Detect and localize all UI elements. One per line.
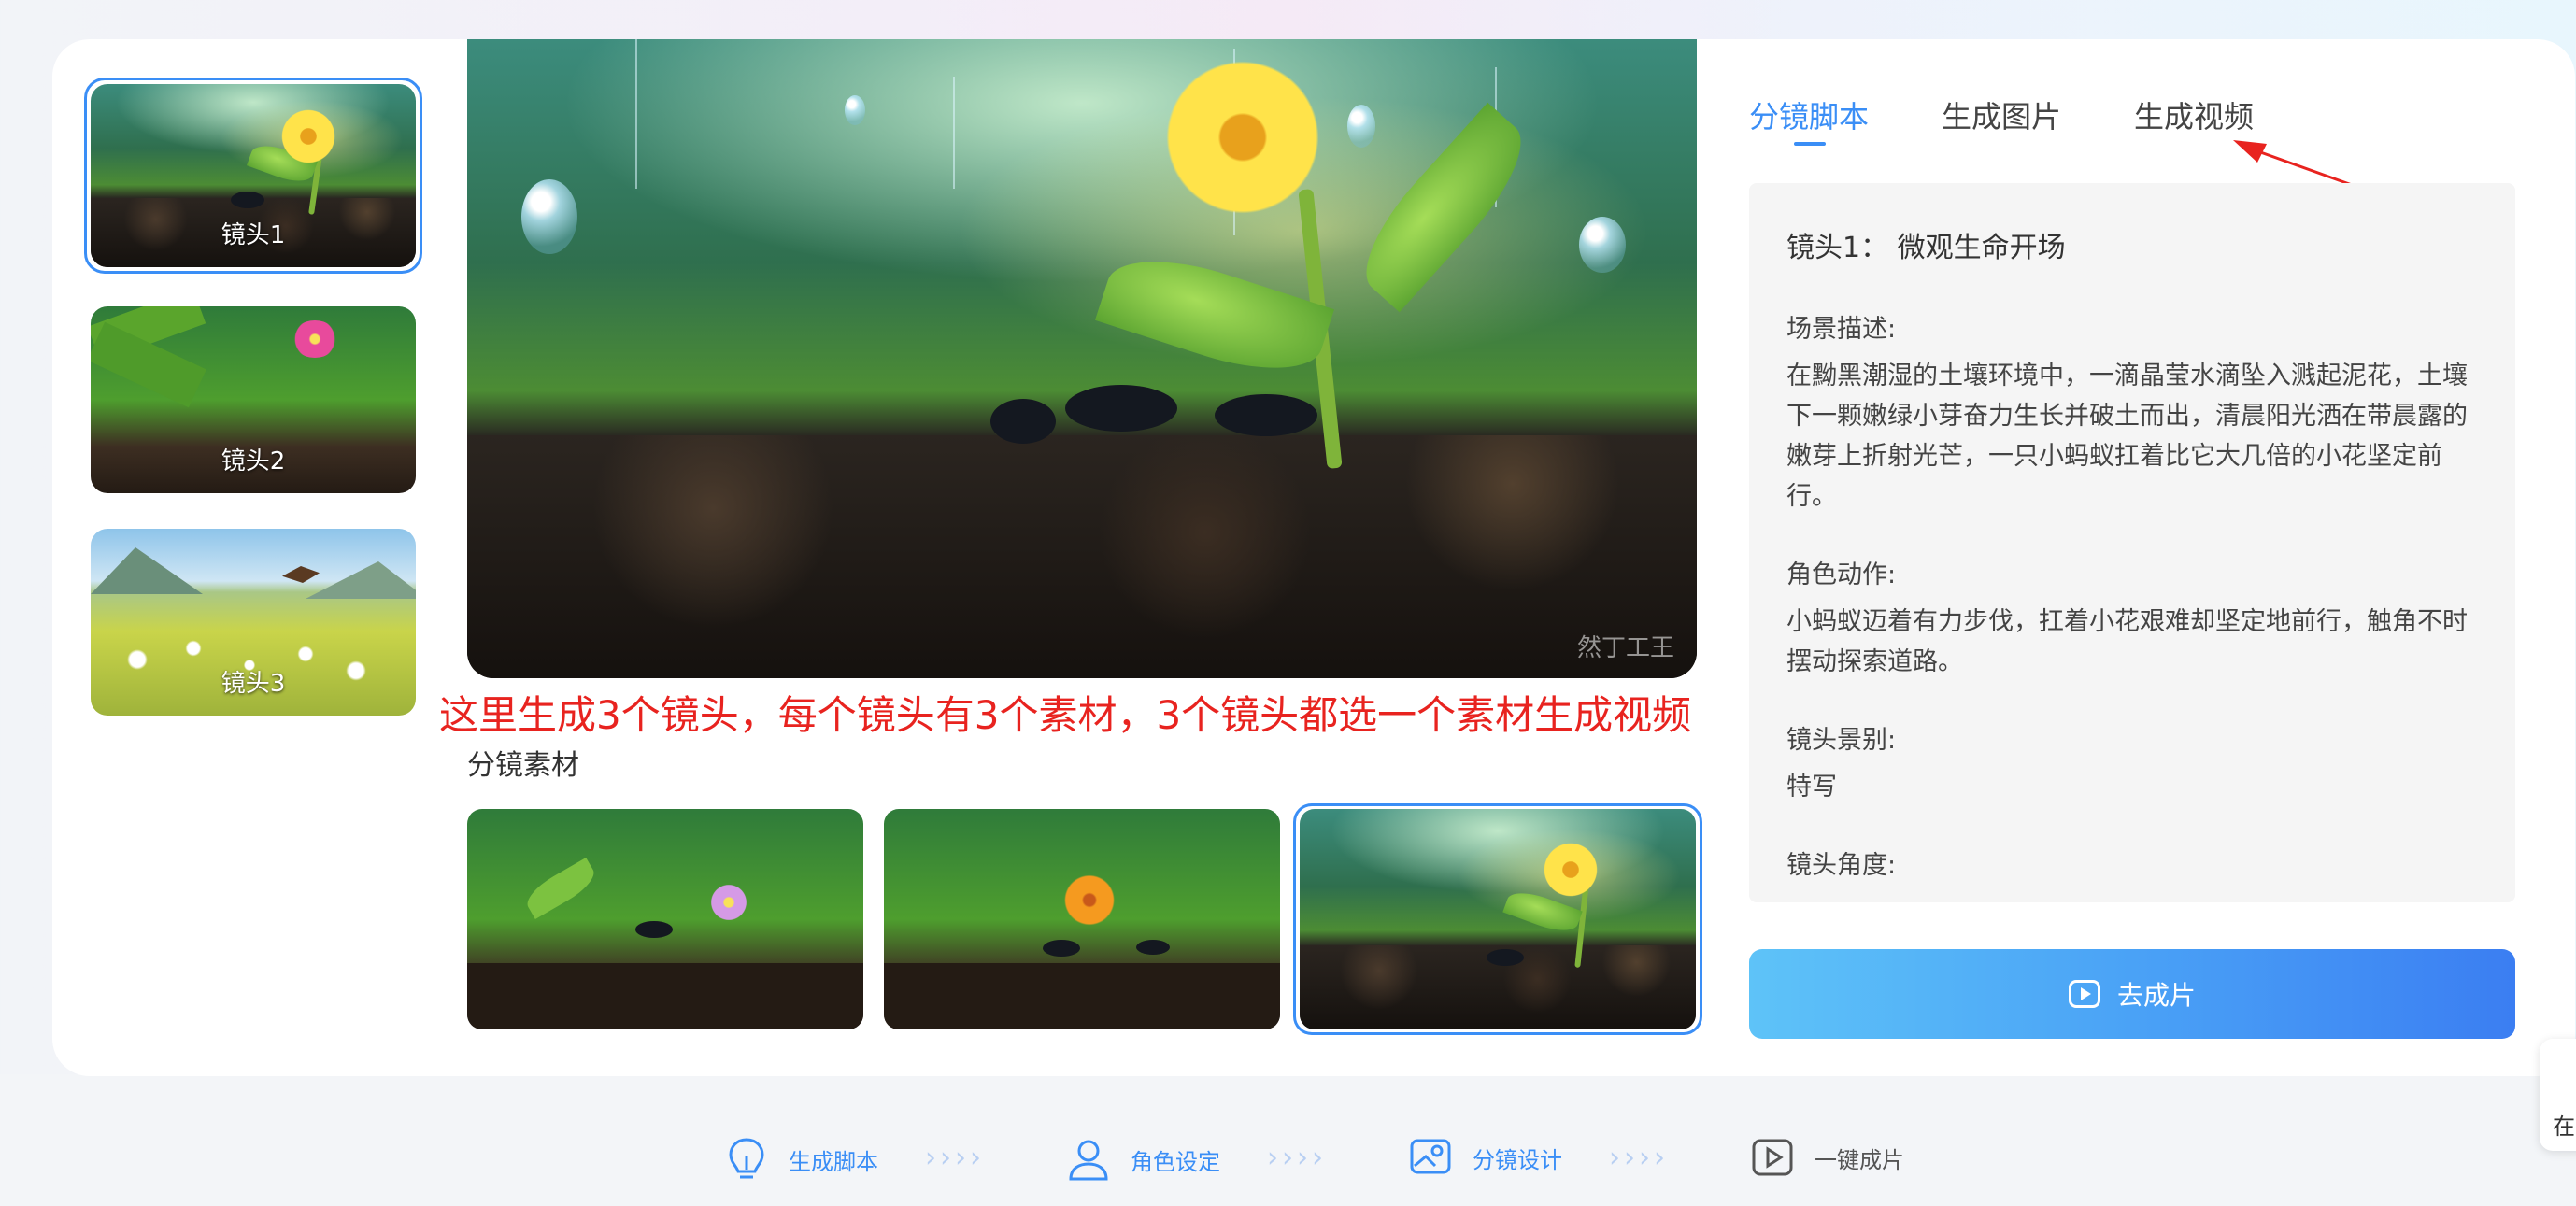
flower-graphic bbox=[1149, 58, 1336, 217]
flower-graphic bbox=[1538, 842, 1603, 898]
shot-size-text: 特写 bbox=[1786, 773, 1837, 802]
soil-graphic bbox=[884, 963, 1280, 1029]
storyboard-icon bbox=[1410, 1139, 1451, 1174]
step-character-setting[interactable]: 角色设定 bbox=[1067, 1136, 1220, 1183]
step-label: 角色设定 bbox=[1131, 1148, 1220, 1175]
shot-label: 镜头3 bbox=[221, 670, 286, 698]
rain-graphic bbox=[635, 39, 637, 189]
step-label: 分镜设计 bbox=[1473, 1146, 1562, 1173]
shot-thumbnail-2[interactable]: 镜头2 bbox=[91, 306, 416, 493]
shot-thumbnail-1[interactable]: 镜头1 bbox=[91, 84, 416, 267]
ant-graphic bbox=[1043, 940, 1080, 957]
go-to-final-video-button[interactable]: 去成片 bbox=[1749, 949, 2515, 1039]
shot-size-label: 镜头景别: bbox=[1786, 726, 1897, 755]
step-separator: ›››› bbox=[1267, 1142, 1327, 1174]
ant-graphic bbox=[1215, 394, 1317, 436]
play-square-icon bbox=[1752, 1139, 1793, 1176]
flower-graphic bbox=[276, 108, 341, 164]
shot-angle-label: 镜头角度: bbox=[1786, 851, 1897, 880]
play-square-icon bbox=[2068, 980, 2100, 1008]
flower-graphic bbox=[292, 320, 338, 358]
rain-graphic bbox=[953, 77, 955, 189]
step-storyboard-design[interactable]: 分镜设计 bbox=[1409, 1136, 1562, 1179]
scene-description-text: 在黝黑潮湿的土壤环境中，一滴晶莹水滴坠入溅起泥花，土壤下一颗嫩绿小芽奋力生长并破… bbox=[1786, 362, 2468, 511]
shot-heading: 镜头1： 微观生命开场 bbox=[1786, 232, 2066, 264]
mountain-graphic bbox=[91, 547, 203, 594]
shot-thumbnail-3[interactable]: 镜头3 bbox=[91, 529, 416, 716]
material-option-3[interactable] bbox=[1300, 809, 1696, 1029]
shot-label: 镜头1 bbox=[221, 221, 286, 249]
soil-graphic bbox=[467, 435, 1697, 678]
annotation-text: 这里生成3个镜头，每个镜头有3个素材，3个镜头都选一个素材生成视频 bbox=[439, 692, 1692, 738]
scene-description-label: 场景描述: bbox=[1786, 315, 1897, 344]
ant-graphic bbox=[990, 399, 1056, 444]
leaf-graphic bbox=[1094, 240, 1335, 390]
material-option-1[interactable] bbox=[467, 809, 863, 1029]
water-drop-graphic bbox=[1579, 217, 1626, 273]
ant-graphic bbox=[1136, 940, 1170, 955]
material-option-2[interactable] bbox=[884, 809, 1280, 1029]
step-label: 一键成片 bbox=[1815, 1146, 1904, 1173]
shot-preview-image: 然丁工王 bbox=[467, 39, 1697, 678]
step-separator: ›››› bbox=[925, 1142, 985, 1174]
lightbulb-icon bbox=[729, 1138, 764, 1179]
leaf-graphic bbox=[520, 858, 601, 919]
active-tab-indicator bbox=[1794, 142, 1826, 146]
eagle-graphic bbox=[282, 566, 320, 583]
water-drop-graphic bbox=[1347, 105, 1375, 148]
side-floating-panel[interactable]: 在 bbox=[2540, 1039, 2576, 1151]
watermark: 然丁工王 bbox=[1576, 634, 1674, 662]
mountain-graphic bbox=[306, 561, 416, 599]
ant-graphic bbox=[1487, 949, 1524, 966]
tab-storyboard-script[interactable]: 分镜脚本 bbox=[1749, 93, 1869, 136]
character-action-text: 小蚂蚁迈着有力步伐，扛着小花艰难却坚定地前行，触角不时摆动探索道路。 bbox=[1786, 607, 2468, 676]
step-label: 生成脚本 bbox=[789, 1148, 878, 1175]
water-drop-graphic bbox=[521, 179, 577, 254]
user-icon bbox=[1069, 1140, 1108, 1181]
materials-title: 分镜素材 bbox=[467, 749, 579, 782]
soil-graphic bbox=[467, 963, 863, 1029]
flower-graphic bbox=[710, 884, 747, 921]
step-generate-script[interactable]: 生成脚本 bbox=[725, 1136, 878, 1183]
ant-graphic bbox=[635, 921, 673, 938]
step-one-click-video[interactable]: 一键成片 bbox=[1751, 1136, 1904, 1179]
ant-graphic bbox=[231, 192, 264, 208]
tab-generate-images[interactable]: 生成图片 bbox=[1942, 93, 2061, 136]
flower-graphic bbox=[1061, 874, 1117, 926]
go-button-label: 去成片 bbox=[2116, 980, 2196, 1011]
side-float-text: 在 bbox=[2553, 1114, 2575, 1140]
script-panel: 镜头1： 微观生命开场 场景描述: 在黝黑潮湿的土壤环境中，一滴晶莹水滴坠入溅起… bbox=[1749, 183, 2515, 902]
shot-label: 镜头2 bbox=[221, 447, 286, 475]
ant-graphic bbox=[1065, 385, 1177, 432]
water-drop-graphic bbox=[845, 95, 865, 125]
page-footer-background bbox=[0, 1074, 2576, 1206]
step-separator: ›››› bbox=[1609, 1142, 1669, 1174]
character-action-label: 角色动作: bbox=[1786, 560, 1897, 589]
